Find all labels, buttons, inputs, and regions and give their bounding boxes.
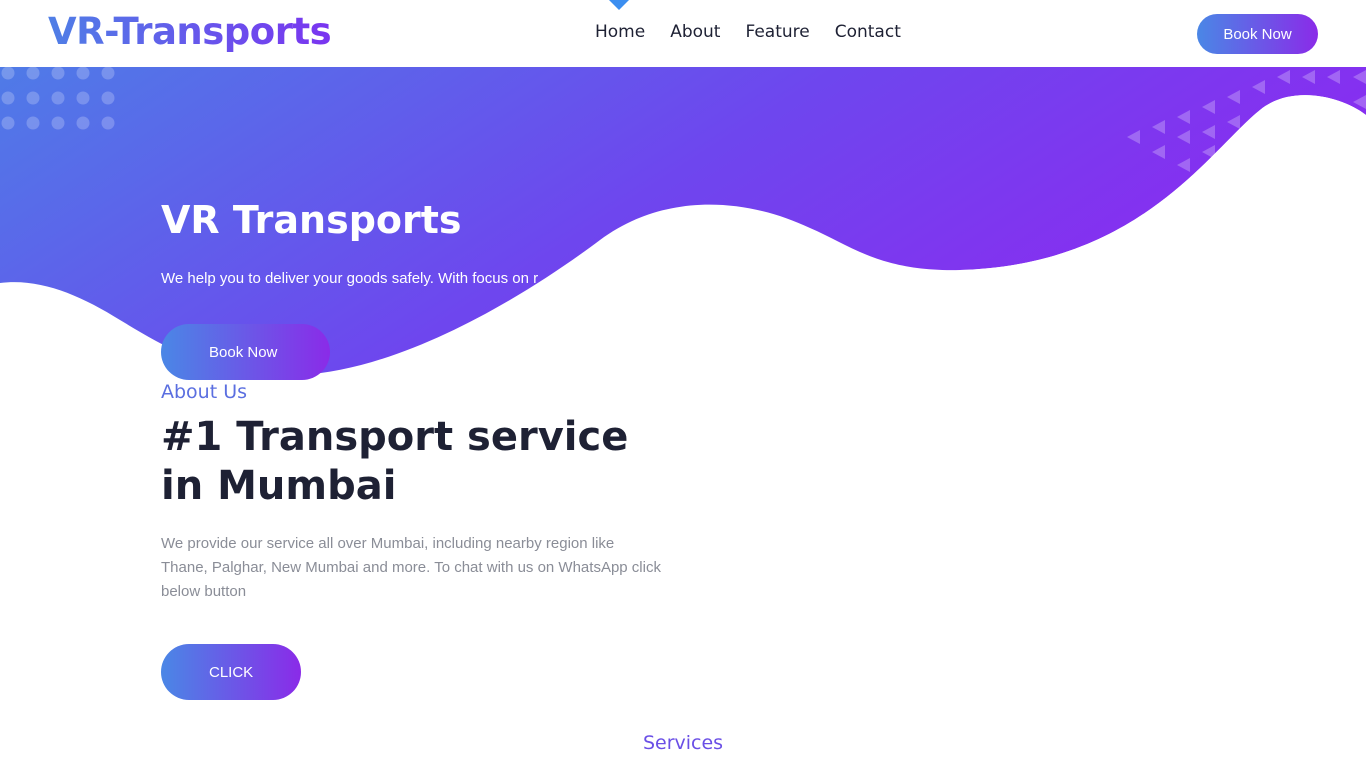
main-nav: Home About Feature Contact	[595, 22, 901, 42]
hero-book-now-button[interactable]: Book Now	[161, 324, 330, 380]
about-title: #1 Transport service in Mumbai	[161, 414, 629, 509]
hero-title: VR Transports	[161, 198, 462, 242]
site-header: VR-Transports Home About Feature Contact…	[0, 0, 1366, 67]
about-eyebrow: About Us	[161, 381, 248, 403]
active-nav-indicator-icon	[609, 0, 629, 10]
nav-feature[interactable]: Feature	[745, 22, 809, 42]
nav-contact[interactable]: Contact	[835, 22, 901, 42]
nav-about[interactable]: About	[670, 22, 720, 42]
about-description: We provide our service all over Mumbai, …	[161, 535, 661, 600]
services-heading: Services	[642, 732, 724, 754]
site-logo[interactable]: VR-Transports	[48, 10, 332, 53]
hero-subtitle: We help you to deliver your goods safely…	[161, 270, 539, 287]
header-book-now-button[interactable]: Book Now	[1197, 14, 1318, 54]
nav-home[interactable]: Home	[595, 22, 645, 42]
whatsapp-click-button[interactable]: CLICK	[161, 644, 301, 700]
